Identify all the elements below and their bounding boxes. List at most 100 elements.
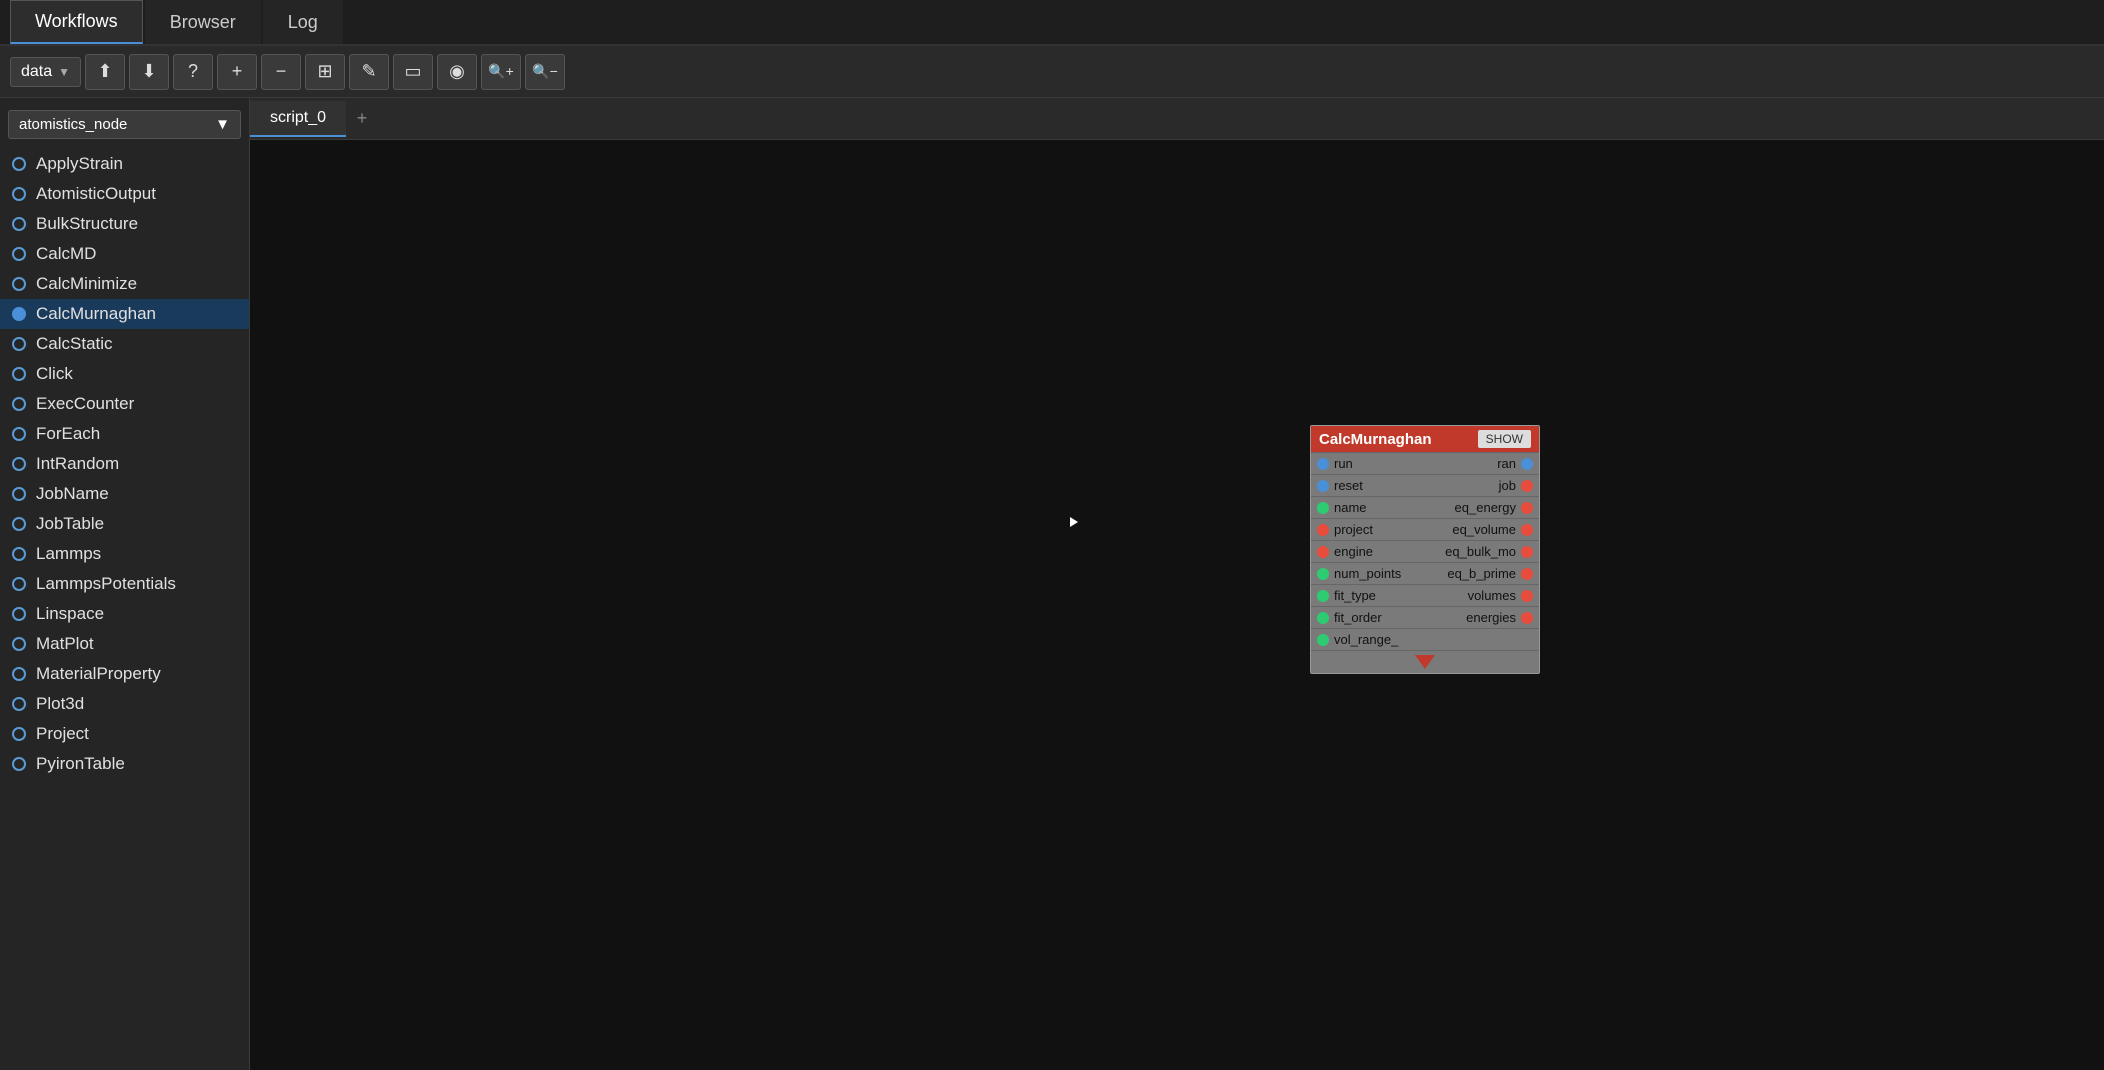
sidebar-item-job-table[interactable]: JobTable [0,509,249,539]
sidebar-item-apply-strain[interactable]: ApplyStrain [0,149,249,179]
download-button[interactable]: ⬇ [129,54,169,90]
port-dot-name-left [1317,502,1329,514]
node-indicator-dot [12,337,26,351]
canvas-tab-script-0[interactable]: script_0 [250,101,346,137]
node-port-row-reset: reset job [1311,474,1539,496]
title-bar: Workflows Browser Log [0,0,2104,46]
sidebar-item-lammps[interactable]: Lammps [0,539,249,569]
node-indicator-dot [12,607,26,621]
sidebar-item-calc-static[interactable]: CalcStatic [0,329,249,359]
remove-button[interactable]: − [261,54,301,90]
port-dot-fit-type-left [1317,590,1329,602]
data-dropdown[interactable]: data ▼ [10,57,81,87]
plus-icon: + [232,61,243,82]
sidebar-item-atomistic-output[interactable]: AtomisticOutput [0,179,249,209]
sidebar-item-project[interactable]: Project [0,719,249,749]
sidebar-item-plot3d[interactable]: Plot3d [0,689,249,719]
expand-triangle-icon [1415,655,1435,669]
canvas-tabbar: script_0 + [250,98,2104,140]
toolbar: data ▼ ⬆ ⬇ ? + − ⊞ ✎ ▭ ◉ 🔍+ 🔍− [0,46,2104,98]
port-dot-run-left [1317,458,1329,470]
node-indicator-dot [12,667,26,681]
sidebar-item-calc-murnaghan[interactable]: CalcMurnaghan [0,299,249,329]
node-footer [1311,650,1539,673]
question-icon: ? [188,61,198,82]
node-indicator-dot [12,487,26,501]
sidebar-item-int-random[interactable]: IntRandom [0,449,249,479]
chevron-down-icon: ▼ [215,116,230,133]
collapse-icon: ▭ [405,61,422,82]
pin-button[interactable]: ◉ [437,54,477,90]
port-dot-engine-left [1317,546,1329,558]
port-dot-fit-order-left [1317,612,1329,624]
node-indicator-dot [12,517,26,531]
port-dot-vol-range-left [1317,634,1329,646]
calc-murnaghan-node[interactable]: CalcMurnaghan SHOW run ran [1310,425,1540,674]
node-indicator-dot [12,757,26,771]
sidebar: atomistics_node ▼ ApplyStrain AtomisticO… [0,98,250,1070]
node-indicator-dot [12,367,26,381]
node-port-row-vol-range: vol_range_ [1311,628,1539,650]
tab-log[interactable]: Log [263,0,343,44]
zoom-in-icon: 🔍+ [488,63,514,80]
tab-browser[interactable]: Browser [145,0,261,44]
node-indicator-dot [12,277,26,291]
port-dot-energies-right [1521,612,1533,624]
node-indicator-dot [12,217,26,231]
zoom-out-button[interactable]: 🔍− [525,54,565,90]
node-indicator-dot [12,307,26,321]
download-icon: ⬇ [141,61,156,82]
node-port-row-project: project eq_volume [1311,518,1539,540]
node-indicator-dot [12,637,26,651]
port-dot-eq-energy-right [1521,502,1533,514]
canvas-area[interactable]: CalcMurnaghan SHOW run ran [250,140,2104,1070]
sidebar-item-job-name[interactable]: JobName [0,479,249,509]
sidebar-item-mat-plot[interactable]: MatPlot [0,629,249,659]
add-button[interactable]: + [217,54,257,90]
sidebar-item-bulk-structure[interactable]: BulkStructure [0,209,249,239]
sidebar-item-calc-md[interactable]: CalcMD [0,239,249,269]
sidebar-item-calc-minimize[interactable]: CalcMinimize [0,269,249,299]
node-indicator-dot [12,727,26,741]
upload-button[interactable]: ⬆ [85,54,125,90]
sidebar-item-for-each[interactable]: ForEach [0,419,249,449]
node-show-button[interactable]: SHOW [1478,430,1531,448]
node-header: CalcMurnaghan SHOW [1311,426,1539,452]
upload-icon: ⬆ [97,61,112,82]
node-port-row-engine: engine eq_bulk_mo [1311,540,1539,562]
node-indicator-dot [12,577,26,591]
port-dot-ran-right [1521,458,1533,470]
node-indicator-dot [12,247,26,261]
node-indicator-dot [12,397,26,411]
node-port-row-run: run ran [1311,452,1539,474]
port-dot-eq-volume-right [1521,524,1533,536]
sidebar-item-exec-counter[interactable]: ExecCounter [0,389,249,419]
port-dot-volumes-right [1521,590,1533,602]
collapse-button[interactable]: ▭ [393,54,433,90]
sidebar-item-pyiron-table[interactable]: PyironTable [0,749,249,779]
add-tab-button[interactable]: + [346,98,378,139]
help-button[interactable]: ? [173,54,213,90]
sidebar-item-material-property[interactable]: MaterialProperty [0,659,249,689]
expand-button[interactable]: ⊞ [305,54,345,90]
mouse-cursor [1070,517,1078,527]
node-port-row-name: name eq_energy [1311,496,1539,518]
tab-workflows[interactable]: Workflows [10,0,143,44]
sidebar-item-click[interactable]: Click [0,359,249,389]
edit-button[interactable]: ✎ [349,54,389,90]
sidebar-item-linspace[interactable]: Linspace [0,599,249,629]
port-dot-reset-left [1317,480,1329,492]
node-port-row-num-points: num_points eq_b_prime [1311,562,1539,584]
node-indicator-dot [12,187,26,201]
chevron-down-icon: ▼ [58,65,70,79]
node-indicator-dot [12,457,26,471]
node-indicator-dot [12,547,26,561]
sidebar-item-lammps-potentials[interactable]: LammpsPotentials [0,569,249,599]
zoom-out-icon: 🔍− [532,63,558,80]
node-type-dropdown[interactable]: atomistics_node ▼ [8,110,241,139]
zoom-in-button[interactable]: 🔍+ [481,54,521,90]
node-port-row-fit-order: fit_order energies [1311,606,1539,628]
node-indicator-dot [12,427,26,441]
port-dot-eq-bulk-right [1521,546,1533,558]
node-indicator-dot [12,157,26,171]
